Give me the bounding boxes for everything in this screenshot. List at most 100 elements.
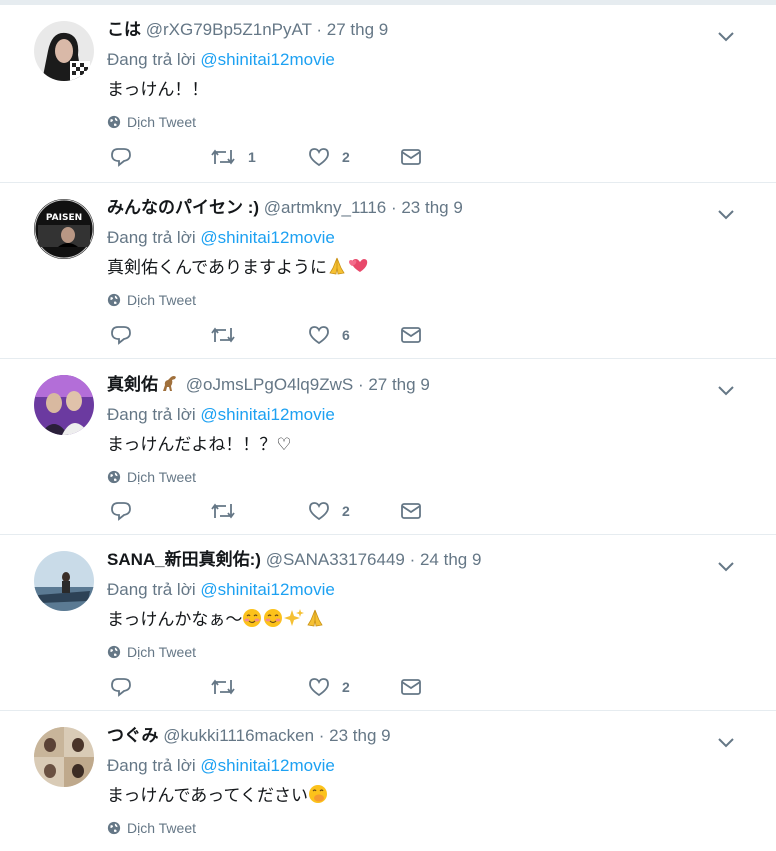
display-name[interactable]: つぐみ xyxy=(107,726,159,745)
tweet-actions: 1 2 xyxy=(110,146,422,168)
tweet[interactable]: 真剣佑 @oJmsLPgO4lq9ZwS · 27 thg 9 Đang trả… xyxy=(0,359,776,535)
reply-prefix: Đang trả lời xyxy=(107,756,196,775)
reply-button[interactable] xyxy=(110,146,210,168)
translate-label: Dịch Tweet xyxy=(127,292,196,308)
chevron-down-icon[interactable] xyxy=(717,29,735,43)
translate-label: Dịch Tweet xyxy=(127,114,196,130)
reply-icon xyxy=(111,148,131,167)
like-icon xyxy=(309,148,329,167)
tweet[interactable]: つぐみ @kukki1116macken · 23 thg 9 Đang trả… xyxy=(0,711,776,851)
reply-context: Đang trả lời @shinitai12movie xyxy=(107,404,716,426)
like-count: 2 xyxy=(342,679,350,695)
folded-hands-emoji-icon xyxy=(329,257,345,275)
chevron-down-icon[interactable] xyxy=(717,735,735,749)
dinosaur-emoji-icon xyxy=(163,376,176,391)
retweet-icon xyxy=(211,149,235,165)
direct-message-button[interactable] xyxy=(400,324,422,346)
like-button[interactable]: 2 xyxy=(308,146,400,168)
display-name[interactable]: こは xyxy=(107,20,141,39)
message-icon xyxy=(401,149,421,165)
handle-and-date[interactable]: @rXG79Bp5Z1nPyAT · 27 thg 9 xyxy=(146,20,388,39)
reply-context: Đang trả lời @shinitai12movie xyxy=(107,49,716,71)
mention-link[interactable]: @shinitai12movie xyxy=(200,756,334,775)
like-count: 2 xyxy=(342,503,350,519)
reply-button[interactable] xyxy=(110,676,210,698)
direct-message-button[interactable] xyxy=(400,676,422,698)
like-icon xyxy=(309,678,329,697)
reply-icon xyxy=(111,502,131,521)
translate-label: Dịch Tweet xyxy=(127,469,196,485)
reply-prefix: Đang trả lời xyxy=(107,405,196,424)
two-hearts-emoji-icon xyxy=(348,259,368,272)
direct-message-button[interactable] xyxy=(400,146,422,168)
reply-prefix: Đang trả lời xyxy=(107,50,196,69)
handle-and-date[interactable]: @kukki1116macken · 23 thg 9 xyxy=(163,726,390,745)
avatar[interactable]: PAISEN xyxy=(34,199,94,259)
retweet-button[interactable]: 1 xyxy=(210,146,308,168)
avatar[interactable] xyxy=(34,551,94,611)
retweet-icon xyxy=(211,503,235,519)
translate-tweet[interactable]: Dịch Tweet xyxy=(107,644,716,660)
tweet-actions: 2 xyxy=(110,500,422,522)
mention-link[interactable]: @shinitai12movie xyxy=(200,580,334,599)
smiling-face-emoji-icon xyxy=(243,609,262,627)
reply-icon xyxy=(111,678,131,697)
chevron-down-icon[interactable] xyxy=(717,559,735,573)
handle-and-date[interactable]: @SANA33176449 · 24 thg 9 xyxy=(266,550,482,569)
avatar-logo-text: PAISEN xyxy=(46,213,82,223)
like-icon xyxy=(309,502,329,521)
reply-context: Đang trả lời @shinitai12movie xyxy=(107,755,716,777)
like-button[interactable]: 6 xyxy=(308,324,400,346)
tweet-text: まっけんであってください xyxy=(107,784,716,808)
handle-and-date[interactable]: @oJmsLPgO4lq9ZwS · 27 thg 9 xyxy=(186,375,430,394)
avatar[interactable] xyxy=(34,375,94,435)
reply-button[interactable] xyxy=(110,500,210,522)
display-name[interactable]: 真剣佑 xyxy=(107,375,158,394)
tweet[interactable]: SANA_新田真剣佑:) @SANA33176449 · 24 thg 9 Đa… xyxy=(0,535,776,711)
tweet-text: まっけん！！ xyxy=(107,80,209,100)
reply-icon xyxy=(111,326,131,345)
direct-message-button[interactable] xyxy=(400,500,422,522)
translate-label: Dịch Tweet xyxy=(127,820,196,836)
tweet-text: まっけんだよね！！？♡ xyxy=(107,435,292,455)
avatar[interactable] xyxy=(34,727,94,787)
reply-prefix: Đang trả lời xyxy=(107,580,196,599)
tweet-actions: 6 xyxy=(110,324,422,346)
tweet-actions: 2 xyxy=(110,676,422,698)
reply-prefix: Đang trả lời xyxy=(107,228,196,247)
mention-link[interactable]: @shinitai12movie xyxy=(200,228,334,247)
globe-icon xyxy=(107,821,121,835)
globe-icon xyxy=(107,293,121,307)
translate-tweet[interactable]: Dịch Tweet xyxy=(107,820,716,836)
display-name[interactable]: SANA_新田真剣佑:) xyxy=(107,550,261,569)
chevron-down-icon[interactable] xyxy=(717,207,735,221)
mention-link[interactable]: @shinitai12movie xyxy=(200,405,334,424)
display-name[interactable]: みんなのパイセン :) xyxy=(107,198,259,217)
smiling-face-emoji-icon xyxy=(264,609,283,627)
handle-and-date[interactable]: @artmkny_1116 · 23 thg 9 xyxy=(264,198,463,217)
tweet[interactable]: PAISEN みんなのパイセン :) @artmkny_1116 · 23 th… xyxy=(0,183,776,359)
folded-hands-emoji-icon xyxy=(307,609,323,627)
translate-tweet[interactable]: Dịch Tweet xyxy=(107,114,716,130)
translate-tweet[interactable]: Dịch Tweet xyxy=(107,292,716,308)
reply-button[interactable] xyxy=(110,324,210,346)
like-button[interactable]: 2 xyxy=(308,676,400,698)
like-icon xyxy=(309,326,329,345)
translate-tweet[interactable]: Dịch Tweet xyxy=(107,469,716,485)
reply-context: Đang trả lời @shinitai12movie xyxy=(107,579,716,601)
chevron-down-icon[interactable] xyxy=(717,383,735,397)
mention-link[interactable]: @shinitai12movie xyxy=(200,50,334,69)
retweet-button[interactable] xyxy=(210,324,308,346)
translate-label: Dịch Tweet xyxy=(127,644,196,660)
tweet-text: まっけんかなぁ〜 xyxy=(107,608,716,632)
avatar[interactable] xyxy=(34,21,94,81)
tweet[interactable]: こは @rXG79Bp5Z1nPyAT · 27 thg 9 Đang trả … xyxy=(0,5,776,183)
message-icon xyxy=(401,679,421,695)
globe-icon xyxy=(107,470,121,484)
retweet-button[interactable] xyxy=(210,676,308,698)
reply-context: Đang trả lời @shinitai12movie xyxy=(107,227,716,249)
like-count: 2 xyxy=(342,149,350,165)
like-button[interactable]: 2 xyxy=(308,500,400,522)
retweet-icon xyxy=(211,327,235,343)
retweet-button[interactable] xyxy=(210,500,308,522)
